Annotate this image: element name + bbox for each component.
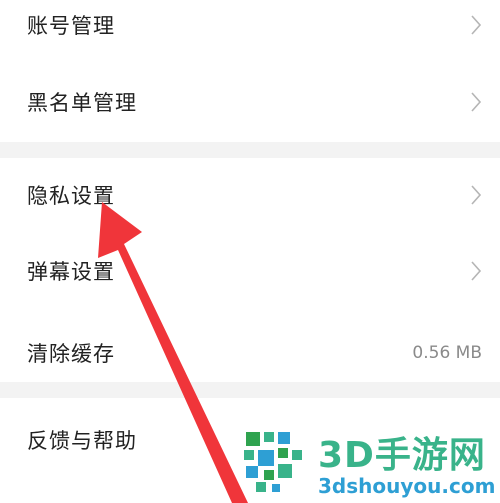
- settings-group-preferences: 隐私设置 弹幕设置 清除缓存 0.56 MB: [0, 158, 500, 382]
- settings-group-account: 账号管理 黑名单管理: [0, 0, 500, 142]
- chevron-right-icon: [471, 185, 482, 205]
- settings-item-account-management[interactable]: 账号管理: [0, 0, 500, 65]
- settings-item-privacy-settings[interactable]: 隐私设置: [0, 155, 500, 235]
- section-separator: [0, 382, 500, 398]
- settings-item-label: 弹幕设置: [27, 260, 115, 284]
- settings-item-label: 反馈与帮助: [27, 429, 137, 453]
- settings-item-clear-cache[interactable]: 清除缓存 0.56 MB: [0, 313, 500, 393]
- settings-item-danmaku-settings[interactable]: 弹幕设置: [0, 231, 500, 311]
- settings-item-blacklist-management[interactable]: 黑名单管理: [0, 62, 500, 142]
- cache-size-value: 0.56 MB: [412, 343, 482, 363]
- settings-item-label: 账号管理: [27, 14, 115, 38]
- chevron-right-icon: [471, 92, 482, 112]
- settings-item-label: 隐私设置: [27, 184, 115, 208]
- chevron-right-icon: [471, 261, 482, 281]
- watermark-text: 3D手游网: [318, 435, 486, 476]
- watermark-subtext: 3dshouyou.com: [318, 474, 496, 498]
- settings-item-label: 黑名单管理: [27, 91, 137, 115]
- settings-item-label: 清除缓存: [27, 342, 115, 366]
- 3d-logo-icon: [244, 432, 302, 492]
- watermark: 3D手游网 3dshouyou.com: [238, 422, 500, 503]
- chevron-right-icon: [471, 15, 482, 35]
